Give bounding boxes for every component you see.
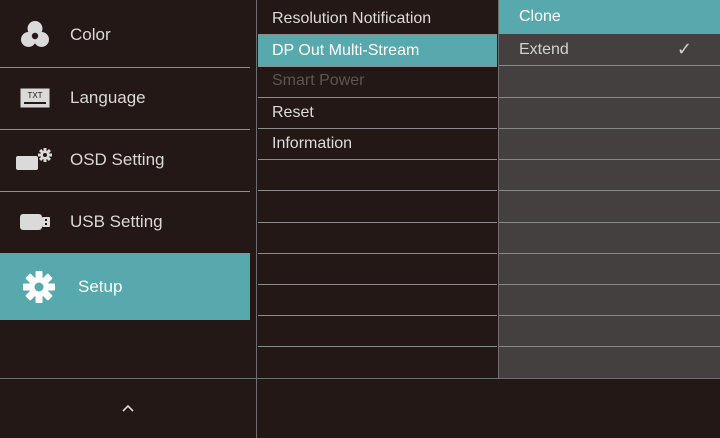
main-menu-item-usb-setting[interactable]: USB Setting (0, 191, 250, 253)
divider (499, 315, 720, 316)
divider (499, 222, 720, 223)
option-label: Clone (519, 8, 561, 25)
divider (499, 97, 720, 98)
main-menu-label: Color (70, 25, 111, 44)
main-menu-label: Language (70, 88, 146, 107)
main-menu-label: USB Setting (70, 212, 163, 231)
osd-setting-icon (0, 147, 70, 173)
submenu-item-smart-power: Smart Power (272, 72, 365, 89)
divider (499, 284, 720, 285)
main-menu: Color TXT Language OSD Setting USB Setti… (0, 0, 250, 378)
main-menu-item-color[interactable]: Color (0, 4, 250, 66)
divider (258, 222, 497, 223)
checkmark-icon: ✓ (676, 39, 692, 59)
divider (499, 65, 720, 66)
footer-area (257, 379, 720, 438)
submenu-item-resolution-notification[interactable]: Resolution Notification (258, 4, 497, 34)
submenu: Resolution Notification DP Out Multi-Str… (258, 0, 497, 378)
main-menu-label: Setup (78, 276, 123, 296)
main-menu-label: OSD Setting (70, 150, 165, 169)
submenu-item-dp-out-multi-stream[interactable]: DP Out Multi-Stream (258, 35, 497, 66)
divider (258, 346, 497, 347)
submenu-item-reset[interactable]: Reset (258, 98, 497, 128)
divider (499, 190, 720, 191)
column-border (498, 0, 499, 378)
chevron-up-icon (121, 400, 135, 418)
option-extend[interactable]: Extend ✓ (499, 34, 720, 65)
divider (499, 128, 720, 129)
language-icon: TXT (0, 88, 70, 108)
option-label: Extend (519, 41, 569, 58)
color-icon (0, 18, 70, 52)
option-clone[interactable]: Clone (499, 0, 720, 34)
divider (258, 284, 497, 285)
divider (258, 190, 497, 191)
divider (499, 159, 720, 160)
main-menu-item-language[interactable]: TXT Language (0, 67, 250, 129)
monitor-osd-menu: Color TXT Language OSD Setting USB Setti… (0, 0, 720, 438)
divider (258, 253, 497, 254)
divider (258, 315, 497, 316)
usb-icon (0, 213, 70, 231)
main-menu-item-setup[interactable]: Setup (0, 253, 250, 320)
column-border (256, 0, 257, 438)
divider (499, 253, 720, 254)
main-menu-item-osd-setting[interactable]: OSD Setting (0, 129, 250, 191)
submenu-item-information[interactable]: Information (258, 129, 497, 159)
options-panel: Clone Extend ✓ (499, 0, 720, 378)
divider (258, 159, 497, 160)
scroll-up-button[interactable] (0, 379, 256, 438)
gear-icon (0, 270, 78, 304)
divider (499, 346, 720, 347)
language-icon-text: TXT (27, 91, 42, 100)
